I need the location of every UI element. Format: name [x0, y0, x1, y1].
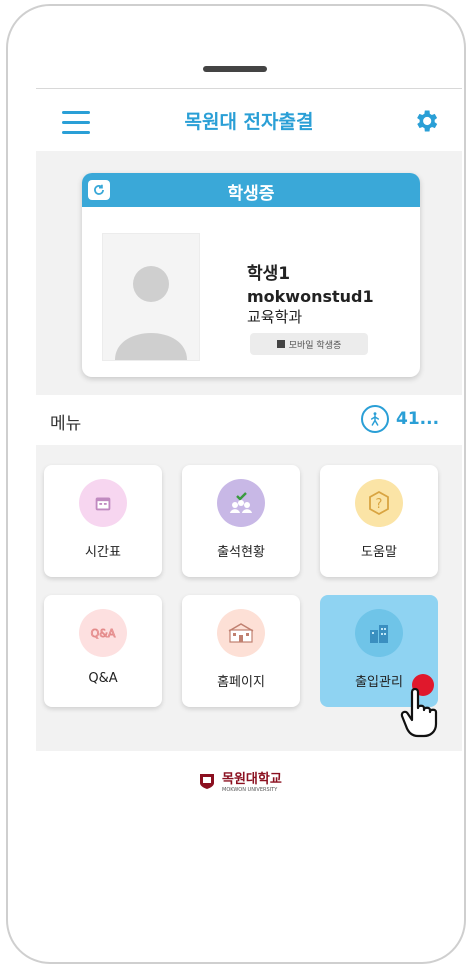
attendance-tile[interactable]: 출석현황: [182, 465, 300, 577]
app-screen: 목원대 전자출결 학생증 학생1 mokwonstud1 교육학과 모바일 학생…: [36, 88, 462, 751]
help-icon: ?: [355, 479, 403, 527]
student-id: mokwonstud1: [247, 287, 374, 306]
walking-person-icon[interactable]: [361, 405, 389, 433]
student-id-card: 학생증 학생1 mokwonstud1 교육학과 모바일 학생증: [82, 173, 420, 377]
attendance-icon: [217, 479, 265, 527]
phone-speaker: [203, 66, 267, 72]
menu-bar: 메뉴 41...: [36, 395, 462, 445]
tile-label: 홈페이지: [217, 675, 265, 690]
menu-label: 메뉴: [50, 414, 82, 434]
university-emblem-icon: [200, 773, 214, 789]
svg-text:Q&A: Q&A: [91, 627, 116, 640]
calendar-icon: [79, 479, 127, 527]
svg-text:?: ?: [376, 497, 383, 512]
mobile-id-label: 모바일 학생증: [288, 340, 342, 351]
tile-label: 출석현황: [217, 545, 265, 560]
pointing-hand-icon: [400, 687, 438, 738]
step-count[interactable]: 41...: [396, 409, 439, 429]
app-header: 목원대 전자출결: [36, 89, 462, 151]
student-name: 학생1: [247, 264, 291, 284]
qr-icon: [276, 340, 285, 348]
page-title: 목원대 전자출결: [184, 111, 314, 133]
tile-label: Q&A: [88, 671, 118, 686]
help-tile[interactable]: ? 도움말: [320, 465, 438, 577]
mobile-id-button[interactable]: 모바일 학생증: [250, 333, 368, 355]
school-building-icon: [217, 609, 265, 657]
timetable-tile[interactable]: 시간표: [44, 465, 162, 577]
university-logo: 목원대학교 MOKWON UNIVERSITY: [198, 768, 282, 793]
homepage-tile[interactable]: 홈페이지: [182, 595, 300, 707]
student-photo-placeholder: [102, 233, 200, 361]
building-icon: [355, 609, 403, 657]
tile-label: 시간표: [85, 545, 121, 560]
card-header: 학생증: [82, 173, 420, 207]
qna-icon: Q&A: [79, 609, 127, 657]
student-department: 교육학과: [247, 308, 303, 326]
tile-label: 도움말: [361, 545, 397, 560]
qna-tile[interactable]: Q&A Q&A: [44, 595, 162, 707]
gear-icon[interactable]: [412, 107, 440, 135]
card-title: 학생증: [227, 184, 275, 204]
university-name: 목원대학교: [222, 772, 282, 787]
university-subtitle: MOKWON UNIVERSITY: [222, 787, 278, 793]
